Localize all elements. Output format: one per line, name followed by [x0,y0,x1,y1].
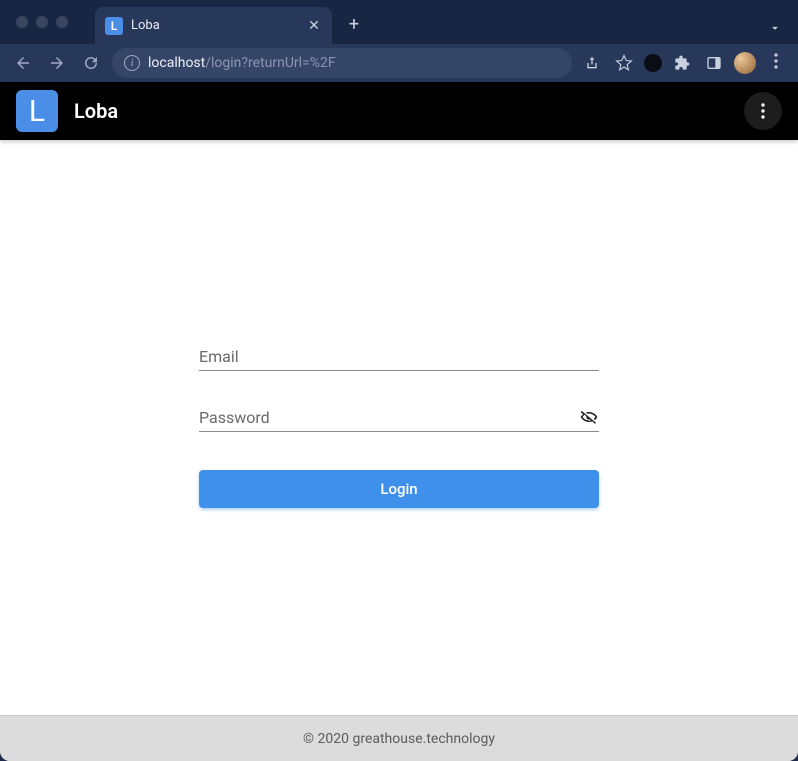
email-field-wrapper: Email [199,347,599,371]
traffic-light-close[interactable] [16,16,28,28]
address-bar[interactable]: i localhost/login?returnUrl=%2F [112,48,572,78]
app-footer: © 2020 greathouse.technology [0,715,798,761]
extension-circle-icon[interactable] [644,54,662,72]
page-viewport: L Loba Email Password Login © 2020 great… [0,82,798,761]
browser-tab[interactable]: L Loba ✕ [95,7,332,44]
traffic-light-minimize[interactable] [36,16,48,28]
tab-close-icon[interactable]: ✕ [306,18,322,34]
email-input[interactable] [239,347,599,366]
app-header: L Loba [0,82,798,140]
password-visibility-toggle-icon[interactable] [579,407,599,427]
email-label: Email [199,347,239,366]
app-menu-button[interactable] [744,92,782,130]
tab-title: Loba [131,18,298,33]
bookmark-star-icon[interactable] [612,51,636,75]
new-tab-button[interactable]: + [340,12,368,36]
url-host: localhost/login?returnUrl=%2F [148,55,336,71]
site-info-icon[interactable]: i [124,55,140,71]
traffic-lights [0,16,68,28]
sidepanel-icon[interactable] [702,51,726,75]
nav-forward-button[interactable] [44,50,70,76]
password-input[interactable] [270,408,579,427]
login-button[interactable]: Login [199,470,599,508]
password-label: Password [199,408,270,427]
browser-menu-icon[interactable] [764,53,788,73]
app-logo: L [16,90,58,132]
tabs-dropdown-icon[interactable] [768,20,782,39]
window-titlebar: L Loba ✕ + [0,0,798,44]
traffic-light-zoom[interactable] [56,16,68,28]
profile-avatar[interactable] [734,52,756,74]
footer-text: © 2020 greathouse.technology [303,731,495,747]
app-main: Email Password Login [0,140,798,715]
password-field-wrapper: Password [199,407,599,432]
nav-reload-button[interactable] [78,50,104,76]
nav-back-button[interactable] [10,50,36,76]
share-icon[interactable] [580,51,604,75]
tab-favicon: L [105,17,123,35]
browser-toolbar: i localhost/login?returnUrl=%2F [0,44,798,82]
login-form: Email Password Login [199,347,599,508]
app-name: Loba [74,99,728,123]
extensions-icon[interactable] [670,51,694,75]
